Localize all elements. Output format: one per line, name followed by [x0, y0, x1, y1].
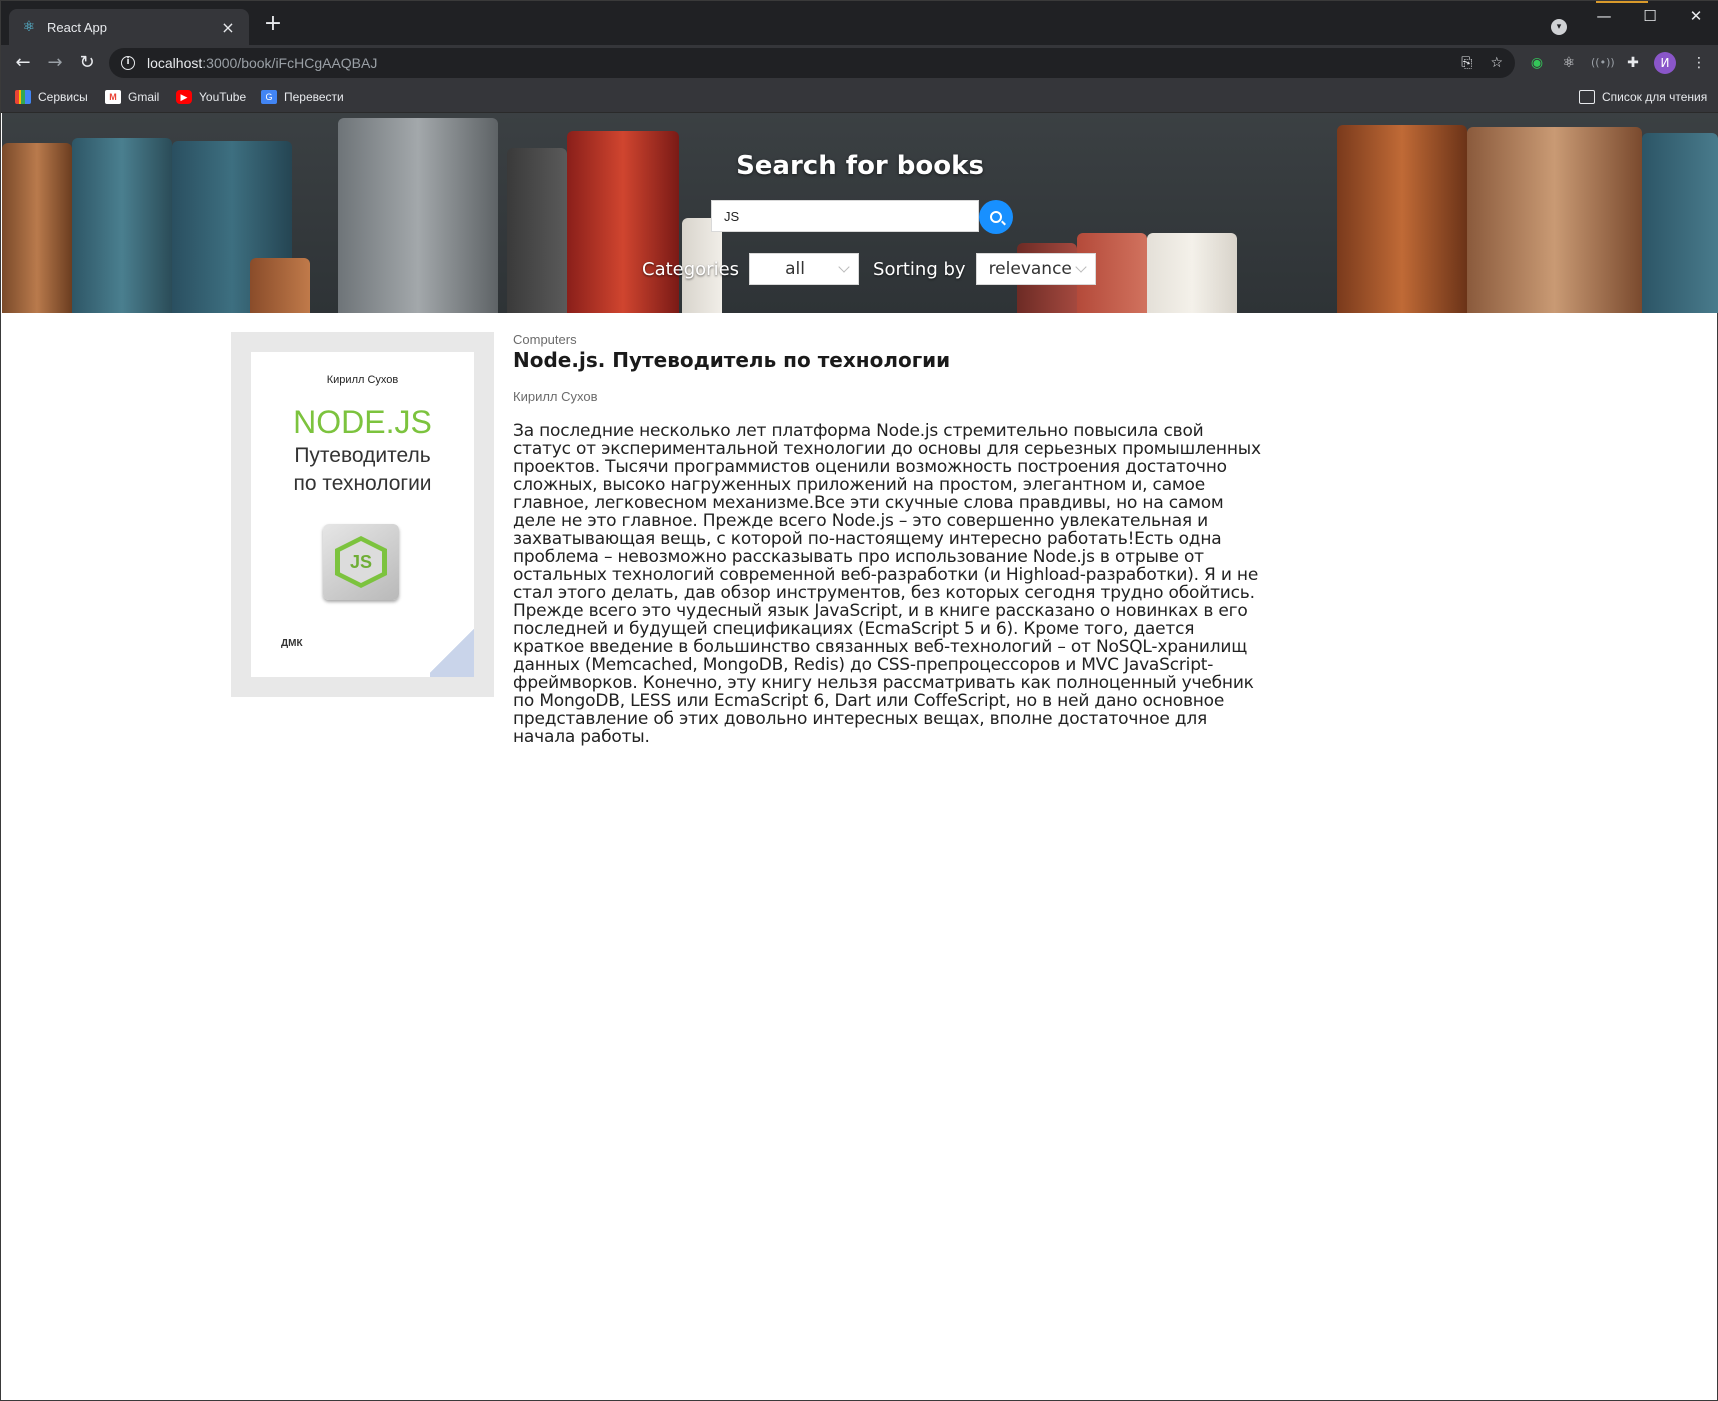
tab-search-icon[interactable]: ▾: [1551, 19, 1567, 35]
sorting-select[interactable]: relevance: [975, 253, 1096, 285]
categories-select-value: all: [785, 259, 805, 279]
bookmark-star-icon[interactable]: ☆: [1490, 55, 1503, 71]
bookmark-youtube[interactable]: ▶ YouTube: [176, 88, 246, 106]
bookmarks-bar: Сервисы M Gmail ▶ YouTube G Перевести Сп…: [1, 81, 1718, 113]
youtube-icon: ▶: [176, 90, 192, 104]
reload-icon[interactable]: ↻: [75, 51, 99, 75]
new-tab-button[interactable]: +: [261, 13, 285, 37]
close-window-button[interactable]: ✕: [1673, 1, 1718, 33]
sorting-label: Sorting by: [873, 258, 966, 280]
apps-grid-icon: [15, 90, 31, 104]
cover-subtitle: Путеводитель по технологии: [251, 442, 474, 498]
cover-brand: NODE.JS: [293, 404, 432, 440]
info-icon[interactable]: i: [121, 56, 135, 70]
browser-toolbar: ← → ↻ i localhost:3000/book/iFcHCgAAQBAJ…: [1, 45, 1718, 81]
publisher-logo: ДМК: [281, 638, 303, 649]
react-devtools-icon[interactable]: ⚛: [1559, 53, 1579, 73]
categories-select[interactable]: all: [749, 253, 860, 285]
back-arrow-icon[interactable]: ←: [11, 51, 35, 75]
cover-author: Кирилл Сухов: [326, 374, 399, 386]
menu-kebab-icon[interactable]: ⋮: [1689, 53, 1709, 73]
book-title: Node.js. Путеводитель по технологии: [513, 348, 951, 372]
tab-react-app[interactable]: ⚛ React App ×: [9, 9, 249, 45]
page-title: Search for books: [736, 151, 984, 181]
hexagon-shape: JS: [335, 536, 387, 588]
cover-subtitle-line: по технологии: [293, 472, 432, 495]
translate-page-icon[interactable]: ⎘: [1461, 55, 1472, 71]
paper-plane-icon: [430, 625, 474, 677]
chevron-down-icon: [838, 261, 850, 273]
nodejs-logo-icon: JS: [323, 524, 399, 600]
translate-icon: G: [261, 90, 277, 104]
maximize-button[interactable]: ☐: [1627, 1, 1673, 33]
search-bar: [711, 200, 1013, 234]
chevron-down-icon: [1074, 261, 1087, 273]
search-header: Search for books Categories all Sorting …: [2, 113, 1718, 313]
browser-window: ⚛ React App × + ▾ — ☐ ✕ ← → ↻ i localhos…: [0, 0, 1718, 1401]
cover-subtitle-line: Путеводитель: [294, 444, 431, 467]
search-icon: [990, 211, 1002, 223]
tab-close-icon[interactable]: ×: [219, 18, 237, 37]
search-input[interactable]: [711, 200, 979, 232]
book-category: Computers: [513, 332, 577, 347]
bookmark-label: Gmail: [128, 90, 160, 104]
book-spine-decoration: [250, 258, 310, 313]
reading-list-button[interactable]: Список для чтения: [1579, 88, 1707, 106]
book-spine-decoration: [338, 118, 498, 313]
bookmark-services[interactable]: Сервисы: [15, 88, 88, 106]
forward-arrow-icon[interactable]: →: [43, 51, 67, 75]
gmail-icon: M: [105, 90, 121, 104]
url-host: localhost: [147, 55, 203, 71]
minimize-button[interactable]: —: [1581, 1, 1627, 33]
bookmark-gmail[interactable]: M Gmail: [105, 88, 159, 106]
bookmark-label: Сервисы: [38, 90, 88, 104]
omnibox-actions: ⎘ ☆: [1461, 55, 1503, 71]
bookmark-label: YouTube: [199, 90, 247, 104]
url-path: :3000/book/iFcHCgAAQBAJ: [202, 55, 378, 71]
book-authors: Кирилл Сухов: [513, 389, 598, 404]
book-cover-frame: Кирилл Сухов NODE.JS Путеводитель по тех…: [231, 332, 494, 697]
book-spine-decoration: [1147, 233, 1237, 313]
bookmark-label: Перевести: [284, 90, 344, 104]
react-icon: ⚛: [22, 19, 36, 35]
categories-label: Categories: [642, 258, 740, 280]
reading-list-label: Список для чтения: [1602, 90, 1708, 104]
reading-list-icon: [1579, 90, 1595, 104]
address-bar[interactable]: i localhost:3000/book/iFcHCgAAQBAJ ⎘ ☆: [109, 48, 1515, 78]
bookmark-translate[interactable]: G Перевести: [261, 88, 344, 106]
sorting-select-value: relevance: [988, 259, 1072, 279]
book-details: Computers Node.js. Путеводитель по техно…: [513, 332, 1263, 746]
profile-avatar[interactable]: И: [1654, 52, 1676, 74]
book-cover-image: Кирилл Сухов NODE.JS Путеводитель по тех…: [251, 352, 474, 677]
book-description: За последние несколько лет платформа Nod…: [513, 421, 1261, 747]
title-bar: ⚛ React App × + ▾ — ☐ ✕: [1, 1, 1718, 45]
filters-row: Categories all Sorting by relevance: [642, 253, 1096, 285]
extension-signal-icon[interactable]: ((•)): [1591, 53, 1615, 73]
window-controls: — ☐ ✕: [1581, 1, 1718, 33]
extensions-puzzle-icon[interactable]: ✚: [1623, 53, 1643, 73]
tab-title: React App: [47, 19, 107, 35]
extension-circle-icon[interactable]: ◉: [1527, 53, 1547, 73]
cover-logo-text: JS: [340, 541, 382, 583]
search-button[interactable]: [979, 200, 1013, 234]
